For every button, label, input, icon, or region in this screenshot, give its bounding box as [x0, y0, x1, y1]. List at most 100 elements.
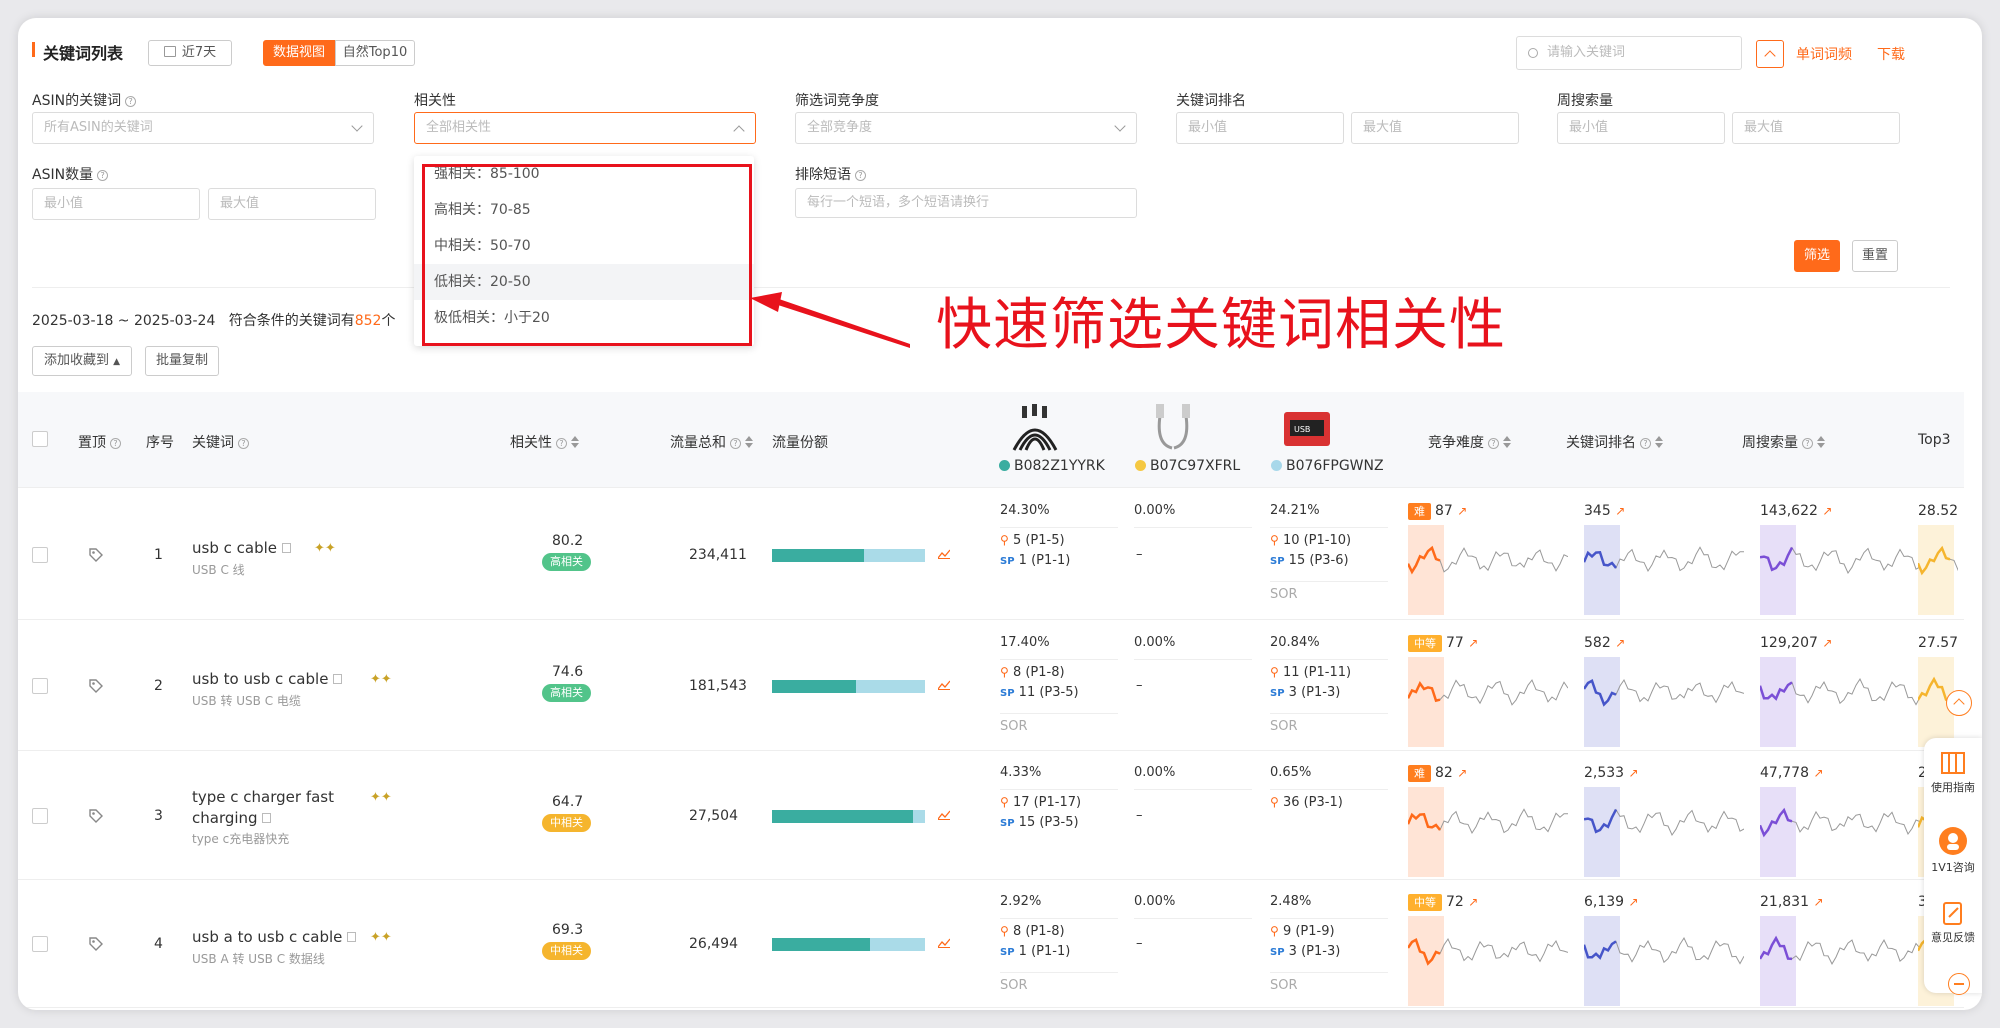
select-all-checkbox[interactable] — [32, 431, 48, 447]
row-checkbox[interactable] — [32, 546, 48, 563]
organic-rank: ⚲ 10 (P1-10) — [1270, 533, 1352, 548]
row-checkbox[interactable] — [32, 678, 48, 694]
help-icon: ? — [97, 170, 109, 181]
filter-button[interactable]: 筛选 — [1794, 240, 1840, 272]
annotation-text: 快速筛选关键词相关性 — [936, 293, 1506, 358]
edit-icon — [1943, 902, 1962, 925]
row-checkbox[interactable] — [32, 936, 48, 952]
scroll-up-button[interactable] — [1946, 690, 1972, 716]
sp-icon: SP — [1000, 947, 1015, 958]
col-top3: Top3 — [1918, 432, 1951, 448]
trend-sparkline — [1408, 657, 1568, 747]
add-favorite-button[interactable]: 添加收藏到 ▲ — [32, 346, 132, 376]
svg-text:USB: USB — [1294, 425, 1310, 434]
trend-chart-icon[interactable] — [938, 938, 950, 948]
traffic-total: 181,543 — [689, 678, 747, 694]
guide-button[interactable]: 使用指南 — [1924, 750, 1982, 795]
keyword-link[interactable]: type c charger fast — [192, 788, 334, 806]
sort-icon — [1503, 436, 1511, 448]
competition-value: 难 87 ↗ — [1408, 503, 1467, 520]
consult-button[interactable]: 1V1咨询 — [1924, 826, 1982, 875]
asin-share-pct: 0.00% — [1134, 765, 1176, 780]
tag-icon[interactable] — [88, 547, 104, 563]
relevance-score: 74.6 — [552, 664, 584, 680]
keyword-link-line2[interactable]: charging — [192, 809, 272, 827]
legend-dot — [1135, 460, 1146, 471]
col-competition[interactable]: 竞争难度? — [1428, 432, 1511, 452]
sp-icon: SP — [1000, 688, 1015, 699]
chevron-down-icon — [1114, 120, 1126, 132]
collapse-panel-button[interactable] — [1948, 973, 1970, 995]
batch-copy-button[interactable]: 批量复制 — [145, 346, 219, 376]
search-icon: ⚲ — [1270, 924, 1279, 938]
weekly-search-min-input[interactable]: 最小值 — [1557, 112, 1725, 144]
relevance-tag: 中相关 — [542, 813, 591, 832]
trend-chart-icon[interactable] — [938, 810, 950, 820]
asin-keywords-label: ASIN的关键词? — [32, 90, 137, 110]
download-link[interactable]: 下载 — [1877, 44, 1905, 64]
keyword-link[interactable]: usb c cable — [192, 539, 291, 557]
product-icons: ✦✦ — [370, 930, 392, 945]
sponsored-rank: SP 15 (P3-5) — [1000, 815, 1079, 830]
col-traffic-total[interactable]: 流量总和? — [670, 432, 753, 452]
date-range-button[interactable]: 近7天 — [148, 40, 232, 66]
asin-share-pct: 24.30% — [1000, 503, 1050, 518]
weekly-search-max-input[interactable]: 最大值 — [1732, 112, 1900, 144]
asin-dash: – — [1136, 678, 1143, 693]
feedback-label: 意见反馈 — [1931, 931, 1975, 944]
asin-count-min-input[interactable]: 最小值 — [32, 188, 200, 220]
organic-rank: ⚲ 9 (P1-9) — [1270, 924, 1335, 939]
weekly-search-value: 143,622 ↗ — [1760, 503, 1833, 519]
product-cable-bundle-icon — [1012, 404, 1058, 451]
asin-label: B082Z1YYRK — [999, 458, 1105, 474]
col-weekly-search[interactable]: 周搜索量? — [1742, 432, 1825, 452]
word-freq-link[interactable]: 单词词频 — [1796, 44, 1852, 64]
col-relevance[interactable]: 相关性? — [510, 432, 579, 452]
row-index: 2 — [154, 678, 163, 694]
copy-icon — [333, 674, 343, 684]
asin-count-max-input[interactable]: 最大值 — [208, 188, 376, 220]
asin-share-pct: 20.84% — [1270, 635, 1320, 650]
keyword-link[interactable]: usb a to usb c cable — [192, 928, 357, 946]
date-range-text: 2025-03-18 ~ 2025-03-24 — [32, 313, 216, 329]
sponsored-rank: SP 3 (P1-3) — [1270, 944, 1341, 959]
asin-label: B076FPGWNZ — [1271, 458, 1384, 474]
trend-sparkline — [1918, 525, 1958, 615]
col-rank[interactable]: 关键词排名? — [1566, 432, 1663, 452]
keyword-search-input[interactable]: 请输入关键词 — [1516, 36, 1742, 70]
keyword-link[interactable]: usb to usb c cable — [192, 670, 343, 688]
tag-icon[interactable] — [88, 936, 104, 952]
keyword-rank-min-input[interactable]: 最小值 — [1176, 112, 1344, 144]
competition-select[interactable]: 全部竞争度 — [795, 112, 1137, 144]
sp-icon: SP — [1270, 688, 1285, 699]
tab-top10[interactable]: 自然Top10 — [335, 40, 415, 66]
collapse-button[interactable] — [1756, 40, 1784, 68]
sor-label: SOR — [1000, 978, 1028, 993]
search-icon: ⚲ — [1000, 533, 1009, 547]
asin-label: B07C97XFRL — [1135, 458, 1240, 474]
product-icons: ✦✦ — [314, 540, 336, 556]
row-checkbox[interactable] — [32, 807, 48, 824]
relevance-select[interactable]: 全部相关性 — [414, 112, 756, 144]
top3-value: 27.57 — [1918, 635, 1959, 651]
weekly-search-label: 周搜索量 — [1557, 93, 1613, 109]
exclude-phrase-textarea[interactable]: 每行一个短语，多个短语请换行 — [795, 188, 1137, 218]
trend-chart-icon[interactable] — [938, 680, 950, 690]
trend-chart-icon[interactable] — [938, 549, 950, 559]
product-box-icon: USB — [1284, 412, 1330, 446]
keyword-rank-max-input[interactable]: 最大值 — [1351, 112, 1519, 144]
tag-icon[interactable] — [88, 678, 104, 694]
reset-button[interactable]: 重置 — [1852, 240, 1898, 272]
trend-sparkline — [1584, 657, 1744, 747]
exclude-phrase-label: 排除短语? — [795, 164, 866, 184]
sp-icon: SP — [1270, 556, 1285, 567]
relevance-tag: 高相关 — [542, 552, 591, 571]
feedback-button[interactable]: 意见反馈 — [1924, 900, 1982, 945]
organic-rank: ⚲ 5 (P1-5) — [1000, 533, 1065, 548]
tab-data-view[interactable]: 数据视图 — [263, 40, 335, 66]
weekly-search-value: 21,831 ↗ — [1760, 894, 1824, 910]
asin-keywords-select[interactable]: 所有ASIN的关键词 — [32, 112, 374, 144]
tag-icon[interactable] — [88, 808, 104, 824]
rank-value: 582 ↗ — [1584, 635, 1626, 651]
trend-sparkline — [1408, 787, 1568, 877]
